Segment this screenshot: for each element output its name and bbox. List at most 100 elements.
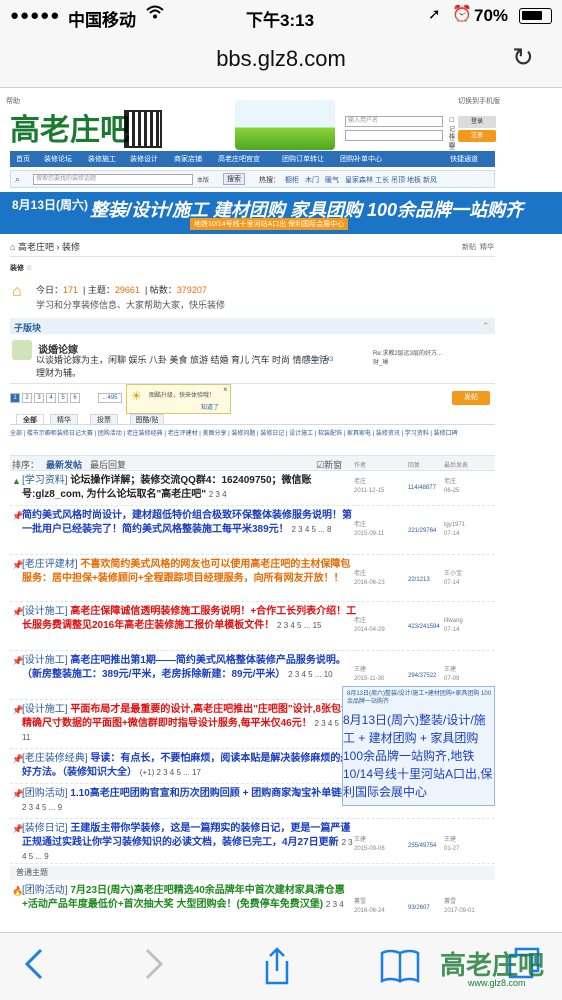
hot-search-item[interactable]: 吊顶 [391, 175, 405, 185]
table-row[interactable]: 📌 简约美式风格时尚设计，建材超低特价组合极致环保整体装修服务说明！第一批用户已… [10, 507, 495, 555]
page-button[interactable]: 4 [46, 393, 56, 403]
username-input[interactable]: 输入用户名 [345, 116, 443, 127]
share-icon[interactable] [262, 947, 292, 993]
hot-search-item[interactable]: 工长 [375, 175, 389, 185]
thread-title[interactable]: [设计施工] 平面布局才是最重要的设计,高老庄吧推出"庄吧图"设计,8张包含精确… [22, 703, 357, 745]
nav-item-reorder[interactable]: 团购补单中心 [340, 154, 382, 164]
thread-pages[interactable]: 2 3 4 [209, 490, 227, 499]
thread-title[interactable]: [设计施工] 高老庄保障诚信透明装修施工服务说明！+合作工长列表介绍！工长服务费… [22, 605, 357, 633]
site-logo[interactable]: 高老庄吧 [10, 105, 130, 149]
last-author[interactable]: 王建 [444, 666, 459, 675]
author-name[interactable]: 王建 [354, 836, 385, 845]
nav-item-construction[interactable]: 装修施工 [88, 154, 116, 164]
bookmarks-icon[interactable] [380, 947, 420, 991]
page-button[interactable]: 2 [22, 393, 32, 403]
address-bar[interactable]: bbs.glz8.com ↻ [0, 34, 562, 88]
thread-category[interactable]: [设计施工] [22, 655, 68, 666]
last-author[interactable]: lgy1971 [444, 521, 465, 530]
new-window-toggle[interactable]: ☑新窗 [316, 458, 342, 471]
category-filter[interactable]: 全部 | 楼市示橱柜装修日记大赛 | 团购活动 | 老庄装修经典 | 老庄评建材… [10, 429, 495, 439]
forward-icon[interactable] [144, 947, 164, 989]
thread-category[interactable]: [团购活动] [22, 788, 68, 799]
star-icon[interactable]: ☆ [26, 265, 32, 272]
hot-search-item[interactable]: 橱柜 [285, 175, 299, 185]
hot-search-item[interactable]: 地板 [407, 175, 421, 185]
thread-category[interactable]: [装修日记] [22, 823, 68, 834]
thread-category[interactable]: [老庄评建材] [22, 559, 78, 570]
author-name[interactable]: 老庄 [354, 570, 385, 579]
tab-all[interactable]: 全部 [16, 414, 44, 425]
reload-icon[interactable]: ↻ [512, 42, 534, 73]
subforum-last-post[interactable]: Re:求教2层远3层的好方... 财_琳 [373, 350, 442, 368]
nav-item-design[interactable]: 装修设计 [130, 154, 158, 164]
table-row[interactable]: 📌 [装修日记] 王建版主带你学装修，这是一篇翔实的装修日记，更是一篇严谨正规通… [10, 820, 495, 864]
subforum-last-author[interactable]: 财_琳 [373, 359, 442, 368]
thread-category[interactable]: [设计施工] [22, 704, 68, 715]
thread-title-text[interactable]: 平面布局才是最重要的设计,高老庄吧推出"庄吧图"设计,8张包含精确尺寸数据的平面… [22, 704, 351, 729]
nav-item-shops[interactable]: 商家店铺 [174, 154, 202, 164]
last-author[interactable]: 老庄 [444, 478, 459, 487]
breadcrumb-text[interactable]: 高老庄吧 › 装修 [18, 242, 80, 252]
page-button[interactable]: 6 [70, 393, 80, 403]
author-name[interactable]: 薯雪 [354, 898, 385, 907]
table-row[interactable]: 🔥 [团购活动] 7月23日(周六)高老庄吧精选40余品牌年中首次建材家具清仓惠… [10, 882, 495, 930]
register-button[interactable]: 注册 [458, 130, 496, 142]
thread-title[interactable]: [团购活动] 7月23日(周六)高老庄吧精选40余品牌年中首次建材家具清仓惠+活… [22, 884, 357, 912]
nav-item-forum[interactable]: 装修论坛 [44, 154, 72, 164]
last-author[interactable]: lifwang [444, 617, 463, 626]
thread-category[interactable]: [设计施工] [22, 606, 68, 617]
tooltip-ok-link[interactable]: 知道了 [201, 402, 219, 411]
new-post-button[interactable]: 发帖 [452, 391, 490, 405]
thread-category[interactable]: [团购活动] [22, 885, 68, 896]
tab-best[interactable]: 精华 [50, 414, 78, 425]
sort-last-reply[interactable]: 最后回复 [90, 458, 126, 471]
search-scope-select[interactable]: 本版 [197, 175, 209, 184]
thread-title-text[interactable]: 7月23日(周六)高老庄吧精选40余品牌年中首次建材家具清仓惠+活动产品年度最低… [22, 885, 345, 910]
last-author[interactable]: 王小宝 [444, 570, 462, 579]
thread-title[interactable]: [学习资料] 论坛操作详解；装修交流QQ群4：162409750；微信账号:gl… [22, 474, 357, 502]
page-button[interactable]: ...495 [98, 393, 122, 403]
page-button[interactable]: 3 [34, 393, 44, 403]
login-button[interactable]: 登录 [458, 116, 496, 128]
password-input[interactable] [345, 130, 443, 141]
table-row[interactable]: 📌 [设计施工] 高老庄保障诚信透明装修施工服务说明！+合作工长列表介绍！工长服… [10, 603, 495, 651]
author-name[interactable]: 老庄 [354, 617, 385, 626]
page-button[interactable]: 5 [58, 393, 68, 403]
subforum-last-title[interactable]: Re:求教2层远3层的好方... [373, 350, 442, 359]
thread-title[interactable]: [装修日记] 王建版主带你学装修，这是一篇翔实的装修日记，更是一篇严谨正规通过实… [22, 822, 357, 864]
url-text[interactable]: bbs.glz8.com [0, 46, 562, 72]
page-button[interactable]: 1 [10, 393, 20, 403]
nav-item-official[interactable]: 高老庄吧官宣 [218, 154, 260, 164]
thread-category[interactable]: [学习资料] [22, 475, 68, 486]
table-row[interactable]: 📌 [老庄评建材] 不喜欢简约美式风格的网友也可以使用高老庄吧的主材保障包服务：… [10, 556, 495, 602]
hot-search-item[interactable]: 暖气 [325, 175, 339, 185]
thread-title[interactable]: [老庄评建材] 不喜欢简约美式风格的网友也可以使用高老庄吧的主材保障包服务：居中… [22, 558, 357, 586]
thread-pages[interactable]: 2 3 4 5 ... 8 [291, 525, 331, 534]
thread-title[interactable]: 简约美式风格时尚设计，建材超低特价组合极致环保整体装修服务说明！第一批用户已经装… [22, 509, 357, 537]
search-input[interactable]: 搜索您要找的装修话题 [33, 174, 193, 185]
sort-newest[interactable]: 最新发帖 [46, 458, 82, 471]
author-name[interactable]: 老庄 [354, 478, 384, 487]
author-name[interactable]: 老庄 [354, 521, 384, 530]
last-author[interactable]: 王建 [444, 836, 459, 845]
home-icon[interactable]: ⌂ [10, 242, 15, 252]
thread-pages[interactable]: 2 3 4 5 ... 10 [288, 670, 332, 679]
thread-title[interactable]: [团购活动] 1.10高老庄吧团购官宣和历次团购回顾 + 团购商家淘宝补单链接 … [22, 787, 357, 815]
tab-gallery[interactable]: 图酷/贴 [130, 414, 164, 425]
hot-search-item[interactable]: 木门 [305, 175, 319, 185]
thread-title[interactable]: [老庄装修经典] 导读：有点长，不要怕麻烦，阅读本贴是解决装修麻烦的最好方法。（… [22, 752, 357, 780]
search-button[interactable]: 搜索 [223, 173, 245, 185]
thread-pages[interactable]: 2 3 4 [326, 900, 344, 909]
thread-pages[interactable]: 2 3 4 5 ... 9 [22, 803, 62, 812]
last-author[interactable]: 薯雪 [444, 898, 475, 907]
nav-item-transfer[interactable]: 团购订单转让 [282, 154, 324, 164]
thread-pages[interactable]: 2 3 4 5 ... 15 [277, 621, 321, 630]
author-name[interactable]: 王建 [354, 666, 384, 675]
collapse-icon[interactable]: ⌃ [482, 321, 490, 332]
nav-item-home[interactable]: 首页 [16, 154, 30, 164]
thread-pages[interactable]: (+1) 2 3 4 5 ... 17 [140, 768, 201, 777]
tab-vote[interactable]: 投票 [90, 414, 118, 425]
thread-title-text[interactable]: 1.10高老庄吧团购官宣和历次团购回顾 + 团购商家淘宝补单链接 [70, 788, 351, 799]
table-row[interactable]: ▲ [学习资料] 论坛操作详解；装修交流QQ群4：162409750；微信账号:… [10, 472, 495, 506]
switch-mobile-link[interactable]: 切换到手机版 [458, 96, 500, 106]
